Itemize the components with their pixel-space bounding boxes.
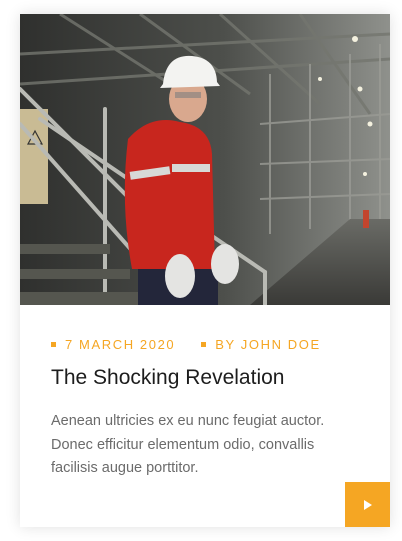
post-author[interactable]: BY JOHN DOE (201, 337, 321, 352)
post-featured-image[interactable] (20, 14, 390, 305)
post-title[interactable]: The Shocking Revelation (51, 366, 284, 390)
square-bullet-icon (51, 341, 56, 347)
blog-post-card: 7 MARCH 2020 BY JOHN DOE The Shocking Re… (20, 14, 390, 527)
post-author-label: BY JOHN DOE (215, 336, 321, 352)
read-more-button[interactable] (345, 482, 390, 527)
post-date[interactable]: 7 MARCH 2020 (51, 337, 175, 352)
post-date-label: 7 MARCH 2020 (65, 336, 176, 352)
square-bullet-icon (201, 341, 207, 347)
post-excerpt: Aenean ultricies ex eu nunc feugiat auct… (51, 413, 325, 476)
post-meta: 7 MARCH 2020 BY JOHN DOE (51, 336, 321, 352)
play-arrow-icon (363, 499, 372, 510)
